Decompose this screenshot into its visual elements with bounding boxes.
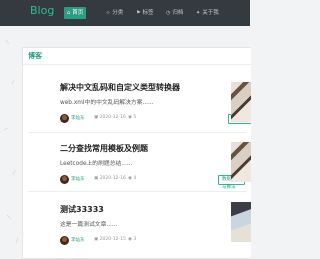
divider (28, 191, 246, 192)
nav-item-label: 分类 (112, 10, 124, 16)
panel-header: 博客 (23, 48, 251, 65)
brand-logo[interactable]: Blog (30, 4, 54, 17)
post-views: ◉ 3 (128, 237, 136, 242)
post-date: ▣ 2020-12-16 (94, 115, 126, 120)
post-date: ▣ 2020-12-16 (94, 176, 126, 181)
nav-item-categories[interactable]: ⊹ 分类 (103, 7, 126, 19)
info-icon: ✦ (196, 10, 201, 16)
blog-list-panel: 博客 解决中文乱码和自定义类型转换器 web.xml中的中文乱码解决方案....… (22, 47, 251, 259)
post-author[interactable]: 李灿东 (71, 115, 85, 121)
tag-icon: ⚑ (136, 10, 141, 16)
avatar (60, 114, 69, 123)
post-author[interactable]: 李灿东 (71, 176, 85, 182)
nav-item-about[interactable]: ✦ 关于我 (193, 7, 222, 19)
category-icon: ⊹ (106, 10, 111, 16)
nav-item-label: 关于我 (202, 10, 219, 16)
nav-item-label: 标签 (142, 10, 154, 16)
post-views-count: 5 (133, 115, 137, 120)
post-summary: 这是一篇测试文章...... (60, 222, 118, 228)
post-meta: 李灿东 ▣ 2020-12-16 ◉ 5 springmvc (60, 114, 251, 124)
post-views: ◉ 4 (128, 176, 136, 181)
post-date-text: 2020-12-16 (99, 176, 126, 181)
divider (28, 132, 246, 133)
post-thumbnail[interactable] (231, 82, 251, 122)
post-thumbnail[interactable] (231, 202, 251, 242)
post-thumbnail[interactable] (231, 142, 251, 182)
post-views-count: 3 (133, 237, 137, 242)
home-icon: ⌂ (67, 10, 71, 16)
nav-item-tags[interactable]: ⚑ 标签 (133, 7, 157, 19)
post-title[interactable]: 解决中文乱码和自定义类型转换器 (60, 82, 180, 93)
nav-item-label: 归档 (172, 10, 184, 16)
post-meta: 李灿东 ▣ 2020-12-16 ◉ 4 数据结构与算法 (60, 175, 245, 190)
post-views-count: 4 (133, 176, 137, 181)
nav-item-label: 首页 (72, 10, 84, 16)
avatar (60, 236, 69, 245)
avatar (60, 175, 69, 184)
clock-icon: ◷ (166, 10, 171, 16)
post-title[interactable]: 二分查找常用模板及例题 (60, 143, 148, 154)
post-summary: web.xml中的中文乱码解决方案...... (60, 100, 154, 106)
panel-title: 博客 (28, 52, 42, 60)
post-meta: 李灿东 ▣ 2020-12-15 ◉ 3 (60, 236, 245, 246)
post-title[interactable]: 测试33333 (60, 204, 104, 215)
nav-item-home[interactable]: ⌂ 首页 (64, 7, 87, 19)
post-author[interactable]: 李灿东 (71, 237, 85, 243)
post-date-text: 2020-12-16 (99, 115, 126, 120)
post-views: ◉ 5 (128, 115, 136, 120)
nav-item-archive[interactable]: ◷ 归档 (163, 7, 186, 19)
post-date-text: 2020-12-15 (99, 237, 126, 242)
post-summary: Leetcode上的刷题总结...... (60, 161, 133, 167)
top-navbar: Blog ⌂ 首页 ⊹ 分类 ⚑ 标签 ◷ 归档 ✦ 关于我 (0, 0, 250, 26)
post-date: ▣ 2020-12-15 (94, 237, 126, 242)
